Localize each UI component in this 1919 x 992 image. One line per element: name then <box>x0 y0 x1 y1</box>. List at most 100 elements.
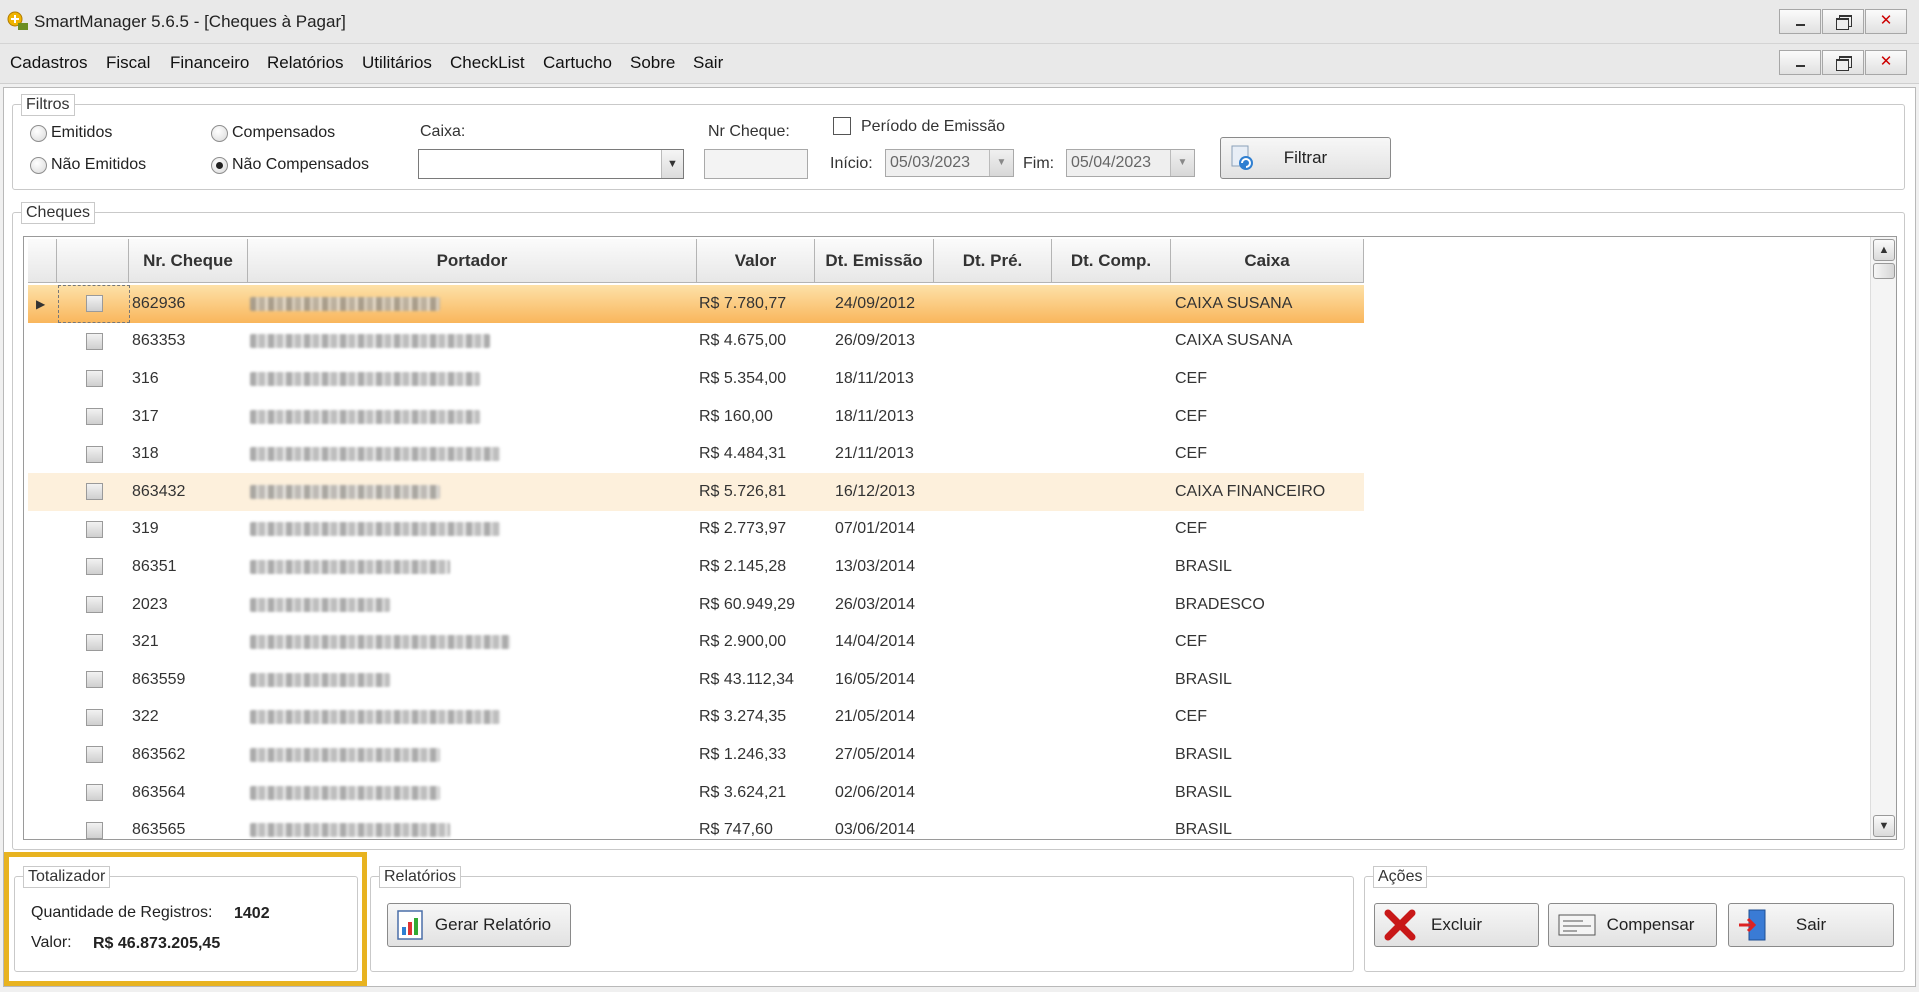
vertical-scrollbar[interactable]: ▲ ▼ <box>1870 237 1896 839</box>
delete-x-icon <box>1384 909 1416 941</box>
caixa-combobox[interactable]: ▼ <box>418 149 684 179</box>
row-select-cell[interactable] <box>58 360 130 398</box>
row-checkbox[interactable] <box>85 633 103 651</box>
row-checkbox[interactable] <box>85 596 103 614</box>
cell-caixa: CEF <box>1175 520 1207 538</box>
row-checkbox[interactable] <box>85 821 103 839</box>
chevron-down-icon[interactable]: ▼ <box>989 150 1013 176</box>
row-checkbox[interactable] <box>85 295 103 313</box>
scroll-down-icon[interactable]: ▼ <box>1873 815 1895 837</box>
table-row[interactable]: 321 R$ 2.900,00 14/04/2014 CEF <box>28 623 1364 661</box>
row-checkbox[interactable] <box>85 784 103 802</box>
gerar-relatorio-button[interactable]: Gerar Relatório <box>387 903 571 947</box>
row-checkbox[interactable] <box>85 746 103 764</box>
column-header-dt-emissao[interactable]: Dt. Emissão <box>815 239 934 283</box>
row-checkbox[interactable] <box>85 558 103 576</box>
inicio-date-picker[interactable]: 05/03/2023 ▼ <box>885 149 1014 177</box>
menu-cartucho[interactable]: Cartucho <box>543 53 612 73</box>
menu-financeiro[interactable]: Financeiro <box>170 53 249 73</box>
table-row[interactable]: 863564 R$ 3.624,21 02/06/2014 BRASIL <box>28 774 1364 812</box>
menu-cadastros[interactable]: Cadastros <box>10 53 87 73</box>
table-row[interactable]: 863353 R$ 4.675,00 26/09/2013 CAIXA SUSA… <box>28 323 1364 361</box>
row-select-cell[interactable] <box>58 511 130 549</box>
row-checkbox[interactable] <box>85 332 103 350</box>
table-row[interactable]: 316 R$ 5.354,00 18/11/2013 CEF <box>28 360 1364 398</box>
row-select-cell[interactable] <box>58 811 130 839</box>
row-checkbox[interactable] <box>85 520 103 538</box>
radio-compensados[interactable]: Compensados <box>211 124 335 142</box>
fim-date-picker[interactable]: 05/04/2023 ▼ <box>1066 149 1195 177</box>
excluir-button[interactable]: Excluir <box>1374 903 1539 947</box>
cheque-icon <box>1558 914 1596 936</box>
row-select-cell[interactable] <box>58 323 130 361</box>
cell-nr-cheque: 321 <box>132 633 159 651</box>
mdi-restore-button[interactable] <box>1822 50 1864 75</box>
table-row[interactable]: 318 R$ 4.484,31 21/11/2013 CEF <box>28 435 1364 473</box>
mdi-minimize-button[interactable] <box>1779 50 1821 75</box>
radio-nao-compensados[interactable]: Não Compensados <box>211 156 369 174</box>
column-header-dt-comp[interactable]: Dt. Comp. <box>1052 239 1171 283</box>
row-select-cell[interactable] <box>58 398 130 436</box>
column-header-nr-cheque[interactable]: Nr. Cheque <box>129 239 248 283</box>
maximize-button[interactable] <box>1822 9 1864 34</box>
row-checkbox[interactable] <box>85 445 103 463</box>
row-select-cell[interactable] <box>58 699 130 737</box>
cheques-table[interactable]: Nr. Cheque Portador Valor Dt. Emissão Dt… <box>23 236 1897 840</box>
row-select-cell[interactable] <box>58 285 130 323</box>
radio-nao-emitidos[interactable]: Não Emitidos <box>30 156 146 174</box>
nr-cheque-input[interactable] <box>704 149 808 179</box>
sair-button[interactable]: Sair <box>1728 903 1894 947</box>
table-row[interactable]: 317 R$ 160,00 18/11/2013 CEF <box>28 398 1364 436</box>
table-row[interactable]: ▶ 862936 R$ 7.780,77 24/09/2012 CAIXA SU… <box>28 285 1364 323</box>
menu-utilitarios[interactable]: Utilitários <box>362 53 432 73</box>
table-row[interactable]: 322 R$ 3.274,35 21/05/2014 CEF <box>28 699 1364 737</box>
scroll-thumb[interactable] <box>1873 263 1895 279</box>
window-title: SmartManager 5.6.5 - [Cheques à Pagar] <box>34 12 346 31</box>
column-header-caixa[interactable]: Caixa <box>1171 239 1364 283</box>
menu-sobre[interactable]: Sobre <box>630 53 675 73</box>
cell-nr-cheque: 318 <box>132 445 159 463</box>
table-row[interactable]: 319 R$ 2.773,97 07/01/2014 CEF <box>28 511 1364 549</box>
column-header-portador[interactable]: Portador <box>248 239 697 283</box>
mdi-window-controls: ✕ <box>1778 50 1907 75</box>
column-header-dt-pre[interactable]: Dt. Pré. <box>934 239 1052 283</box>
radio-emitidos[interactable]: Emitidos <box>30 124 112 142</box>
table-row[interactable]: 863562 R$ 1.246,33 27/05/2014 BRASIL <box>28 736 1364 774</box>
periodo-emissao-checkbox[interactable] <box>833 117 851 135</box>
cell-valor: R$ 60.949,29 <box>699 595 796 613</box>
table-row[interactable]: 863432 R$ 5.726,81 16/12/2013 CAIXA FINA… <box>28 472 1364 511</box>
row-select-cell[interactable] <box>58 435 130 473</box>
column-header-valor[interactable]: Valor <box>697 239 815 283</box>
row-select-cell[interactable] <box>58 623 130 661</box>
table-row[interactable]: 863559 R$ 43.112,34 16/05/2014 BRASIL <box>28 661 1364 699</box>
menu-relatorios[interactable]: Relatórios <box>267 53 344 73</box>
menu-checklist[interactable]: CheckList <box>450 53 525 73</box>
row-select-cell[interactable] <box>58 586 130 624</box>
chevron-down-icon[interactable]: ▼ <box>661 150 683 178</box>
row-select-cell[interactable] <box>58 548 130 586</box>
table-row[interactable]: 86351 R$ 2.145,28 13/03/2014 BRASIL <box>28 548 1364 586</box>
row-checkbox[interactable] <box>85 708 103 726</box>
filtrar-button[interactable]: Filtrar <box>1220 137 1391 179</box>
row-checkbox[interactable] <box>85 370 103 388</box>
table-row[interactable]: 863565 R$ 747,60 03/06/2014 BRASIL <box>28 811 1364 839</box>
title-bar: SmartManager 5.6.5 - [Cheques à Pagar] ✕ <box>0 0 1919 44</box>
row-select-cell[interactable] <box>58 774 130 812</box>
minimize-button[interactable] <box>1779 9 1821 34</box>
row-checkbox[interactable] <box>85 408 103 426</box>
table-row[interactable]: 2023 R$ 60.949,29 26/03/2014 BRADESCO <box>28 586 1364 624</box>
row-checkbox[interactable] <box>85 483 103 501</box>
row-select-cell[interactable] <box>58 736 130 774</box>
mdi-close-button[interactable]: ✕ <box>1865 50 1907 75</box>
chevron-down-icon[interactable]: ▼ <box>1170 150 1194 176</box>
compensar-button[interactable]: Compensar <box>1548 903 1717 947</box>
menu-fiscal[interactable]: Fiscal <box>106 53 150 73</box>
menu-sair[interactable]: Sair <box>693 53 723 73</box>
row-select-cell[interactable] <box>58 661 130 699</box>
scroll-up-icon[interactable]: ▲ <box>1873 239 1895 261</box>
column-header-select[interactable] <box>57 239 129 283</box>
row-select-cell[interactable] <box>58 473 130 511</box>
row-checkbox[interactable] <box>85 671 103 689</box>
close-button[interactable]: ✕ <box>1865 9 1907 34</box>
inicio-label: Início: <box>830 155 873 172</box>
